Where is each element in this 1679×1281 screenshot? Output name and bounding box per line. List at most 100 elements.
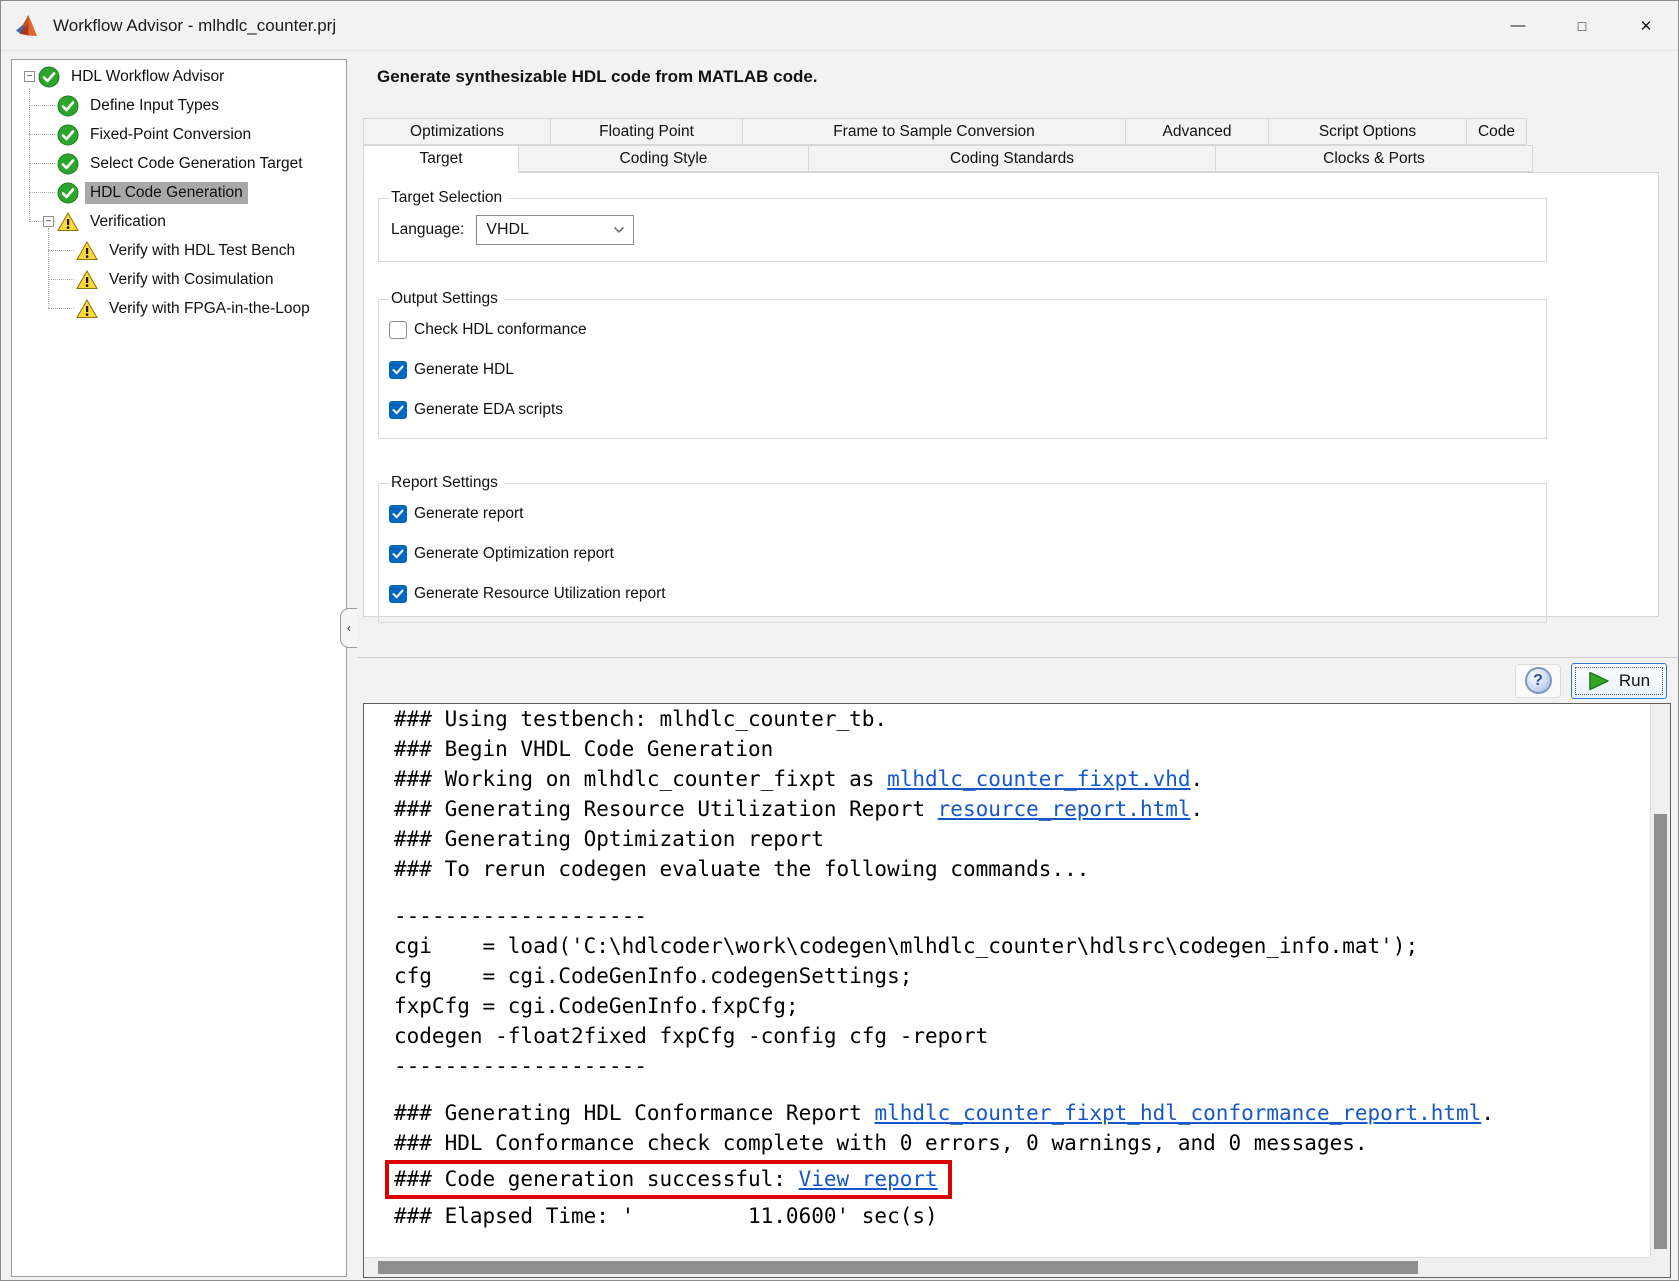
language-row: Language: VHDL bbox=[391, 215, 1536, 245]
checkbox-row-generate-optimization-report[interactable]: Generate Optimization report bbox=[389, 534, 1536, 574]
tree-item-verify-with-hdl-test-bench[interactable]: Verify with HDL Test Bench bbox=[12, 236, 346, 265]
console-line bbox=[394, 1081, 1650, 1098]
report-settings-legend: Report Settings bbox=[389, 474, 504, 492]
tree-connector-line bbox=[48, 228, 49, 308]
checkbox-check-hdl-conformance[interactable] bbox=[389, 321, 407, 339]
tab-target[interactable]: Target bbox=[363, 145, 519, 173]
console-line: cfg = cgi.CodeGenInfo.codegenSettings; bbox=[394, 961, 1650, 991]
tree-item-verify-with-fpga-in-the-loop[interactable]: Verify with FPGA-in-the-Loop bbox=[12, 294, 346, 323]
tab-coding-standards[interactable]: Coding Standards bbox=[808, 145, 1216, 172]
checkbox-generate-resource-utilization-report[interactable] bbox=[389, 585, 407, 603]
tab-frame-to-sample-conversion[interactable]: Frame to Sample Conversion bbox=[742, 118, 1126, 145]
tree-expander-icon[interactable]: − bbox=[24, 71, 38, 82]
console-text-segment: . bbox=[1191, 797, 1204, 821]
tree-item-hdl-code-generation[interactable]: HDL Code Generation bbox=[12, 178, 346, 207]
output-settings-group: Output Settings Check HDL conformanceGen… bbox=[378, 290, 1547, 439]
target-selection-group: Target Selection Language: VHDL bbox=[378, 189, 1547, 262]
checkbox-generate-report[interactable] bbox=[389, 505, 407, 523]
tree-item-label: Select Code Generation Target bbox=[85, 153, 308, 175]
console-line: -------------------- bbox=[394, 1051, 1650, 1081]
console-text: ### Using testbench: mlhdlc_counter_tb.#… bbox=[364, 704, 1650, 1257]
tree-item-label: Verify with FPGA-in-the-Loop bbox=[104, 298, 315, 320]
success-highlight-box: ### Code generation successful: View rep… bbox=[385, 1160, 952, 1199]
console-line: ### Begin VHDL Code Generation bbox=[394, 734, 1650, 764]
console-line: ### Using testbench: mlhdlc_counter_tb. bbox=[394, 704, 1650, 734]
console-text-segment: fxpCfg = cgi.CodeGenInfo.fxpCfg; bbox=[394, 994, 799, 1018]
tree-item-select-code-generation-target[interactable]: Select Code Generation Target bbox=[12, 149, 346, 178]
language-dropdown[interactable]: VHDL bbox=[476, 215, 634, 245]
tab-coding-style[interactable]: Coding Style bbox=[518, 145, 809, 172]
output-settings-options: Check HDL conformance Generate HDL Generat… bbox=[389, 310, 1536, 430]
collapse-minus-icon[interactable]: − bbox=[43, 216, 54, 227]
console-link-view-report[interactable]: View report bbox=[799, 1167, 938, 1191]
tab-optimizations[interactable]: Optimizations bbox=[363, 118, 551, 145]
checkbox-row-generate-eda-scripts[interactable]: Generate EDA scripts bbox=[389, 390, 1536, 430]
checkbox-generate-hdl[interactable] bbox=[389, 361, 407, 379]
report-settings-group: Report Settings Generate reportGenerate … bbox=[378, 474, 1547, 623]
warning-icon bbox=[76, 240, 98, 262]
checkbox-row-check-hdl-conformance[interactable]: Check HDL conformance bbox=[389, 310, 1536, 350]
warning-icon bbox=[76, 269, 98, 291]
console-line: ### Code generation successful: View rep… bbox=[394, 1160, 1650, 1199]
help-button[interactable]: ? bbox=[1515, 664, 1561, 698]
checkbox-label: Check HDL conformance bbox=[414, 321, 587, 339]
matlab-logo-icon bbox=[15, 14, 42, 37]
console-text-segment: . bbox=[1191, 767, 1204, 791]
checkbox-row-generate-hdl[interactable]: Generate HDL bbox=[389, 350, 1536, 390]
horizontal-scrollbar[interactable] bbox=[364, 1257, 1650, 1277]
tab-floating-point[interactable]: Floating Point bbox=[550, 118, 743, 145]
vertical-scrollbar-thumb[interactable] bbox=[1654, 814, 1667, 1249]
maximize-button[interactable]: □ bbox=[1550, 1, 1614, 50]
console-text-segment: codegen -float2fixed fxpCfg -config cfg … bbox=[394, 1024, 988, 1048]
workflow-tree: −HDL Workflow Advisor Define Input Types F… bbox=[11, 59, 347, 1277]
console-link-resource-report-html[interactable]: resource_report.html bbox=[938, 797, 1191, 821]
tree-item-hdl-workflow-advisor[interactable]: −HDL Workflow Advisor bbox=[12, 62, 346, 91]
console-text-segment: ### Generating Optimization report bbox=[394, 827, 824, 851]
tab-advanced[interactable]: Advanced bbox=[1125, 118, 1269, 145]
vertical-scrollbar[interactable] bbox=[1650, 704, 1670, 1257]
checkbox-row-generate-resource-utilization-report[interactable]: Generate Resource Utilization report bbox=[389, 574, 1536, 614]
checkbox-generate-eda-scripts[interactable] bbox=[389, 401, 407, 419]
scrollbar-corner bbox=[1650, 1257, 1670, 1277]
console-text-segment: ### Generating Resource Utilization Repo… bbox=[394, 797, 938, 821]
tree-item-fixed-point-conversion[interactable]: Fixed-Point Conversion bbox=[12, 120, 346, 149]
console-text-segment: -------------------- bbox=[394, 904, 647, 928]
collapse-minus-icon[interactable]: − bbox=[24, 71, 35, 82]
run-button[interactable]: Run bbox=[1571, 663, 1667, 699]
horizontal-scrollbar-thumb[interactable] bbox=[378, 1261, 1418, 1274]
console-link-mlhdlc-counter-fixpt-vhd[interactable]: mlhdlc_counter_fixpt.vhd bbox=[887, 767, 1190, 791]
minimize-button[interactable]: — bbox=[1486, 1, 1550, 50]
tree-item-label: Define Input Types bbox=[85, 95, 224, 117]
checkbox-generate-optimization-report[interactable] bbox=[389, 545, 407, 563]
panel-collapse-handle[interactable]: ‹ bbox=[340, 608, 357, 648]
tree-item-define-input-types[interactable]: Define Input Types bbox=[12, 91, 346, 120]
console-line: fxpCfg = cgi.CodeGenInfo.fxpCfg; bbox=[394, 991, 1650, 1021]
check-icon bbox=[57, 153, 79, 175]
console-line: ### To rerun codegen evaluate the follow… bbox=[394, 854, 1650, 884]
console-text-segment: -------------------- bbox=[394, 1054, 647, 1078]
console-line: ### Elapsed Time: ' 11.0600' sec(s) bbox=[394, 1201, 1650, 1231]
console-text-segment: cgi = load('C:\hdlcoder\work\codegen\mlh… bbox=[394, 934, 1418, 958]
tree-item-label: Verify with Cosimulation bbox=[104, 269, 279, 291]
tab-script-options[interactable]: Script Options bbox=[1268, 118, 1467, 145]
close-button[interactable]: ✕ bbox=[1614, 1, 1678, 50]
report-settings-options: Generate report Generate Optimization rep… bbox=[389, 494, 1536, 614]
window-controls: — □ ✕ bbox=[1486, 1, 1678, 50]
checkbox-label: Generate Optimization report bbox=[414, 545, 614, 563]
checkbox-row-generate-report[interactable]: Generate report bbox=[389, 494, 1536, 534]
console-text-segment: cfg = cgi.CodeGenInfo.codegenSettings; bbox=[394, 964, 912, 988]
console-text-segment: ### Generating HDL Conformance Report bbox=[394, 1101, 874, 1125]
tree-expander-icon[interactable]: − bbox=[43, 216, 57, 227]
console-link-mlhdlc-counter-fixpt-hdl-conformance-report-html[interactable]: mlhdlc_counter_fixpt_hdl_conformance_rep… bbox=[874, 1101, 1481, 1125]
console-text-segment: ### Code generation successful: bbox=[394, 1167, 799, 1191]
check-icon bbox=[57, 124, 79, 146]
tree-item-verification[interactable]: −Verification bbox=[12, 207, 346, 236]
console-text-segment: . bbox=[1481, 1101, 1494, 1125]
tab-row-2: TargetCoding StyleCoding StandardsClocks… bbox=[363, 145, 1678, 173]
tree-item-verify-with-cosimulation[interactable]: Verify with Cosimulation bbox=[12, 265, 346, 294]
main-panel: Generate synthesizable HDL code from MAT… bbox=[357, 59, 1678, 1280]
checkbox-label: Generate HDL bbox=[414, 361, 514, 379]
window-title: Workflow Advisor - mlhdlc_counter.prj bbox=[53, 16, 336, 36]
tab-clocks-ports[interactable]: Clocks & Ports bbox=[1215, 145, 1533, 172]
tab-code[interactable]: Code bbox=[1466, 118, 1527, 145]
